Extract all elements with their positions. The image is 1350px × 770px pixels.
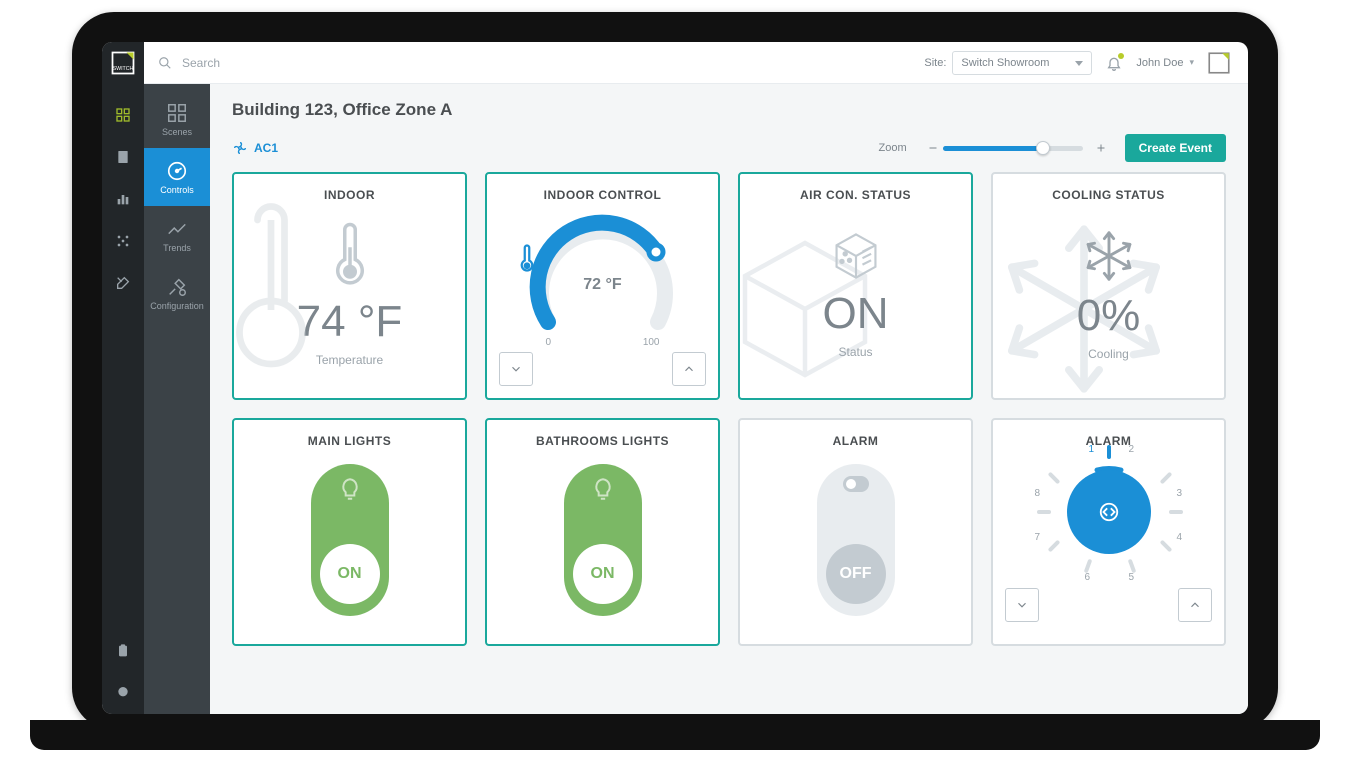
dial-pos: 1 (1089, 444, 1095, 455)
tab-controls[interactable]: Controls (144, 148, 210, 206)
main-content: Building 123, Office Zone A AC1 Zoom Cre… (210, 84, 1248, 714)
dial-pos: 7 (1035, 532, 1041, 543)
create-event-button[interactable]: Create Event (1125, 134, 1226, 162)
toggle-state: ON (338, 565, 362, 583)
dial-pos: 6 (1085, 572, 1091, 583)
tab-label: Trends (163, 243, 191, 253)
tab-scenes[interactable]: Scenes (144, 90, 210, 148)
snowflake-icon (1080, 227, 1138, 285)
card-cooling: COOLING STATUS 0% Cooling (991, 172, 1226, 400)
main-lights-toggle[interactable]: ON (311, 464, 389, 616)
dial-pos: 8 (1035, 488, 1041, 499)
cube-icon (826, 229, 886, 283)
dial-pos: 4 (1177, 532, 1183, 543)
thermometer-mini-icon (518, 244, 688, 274)
tab-trends[interactable]: Trends (144, 206, 210, 264)
device-chip[interactable]: AC1 (232, 140, 278, 156)
toggle-state: OFF (840, 565, 872, 583)
dial-pos: 3 (1177, 488, 1183, 499)
card-title: AIR CON. STATUS (800, 188, 911, 202)
zoom-slider[interactable] (943, 146, 1083, 151)
toggle-state: ON (591, 565, 615, 583)
search-icon (158, 56, 172, 70)
fan-icon (232, 140, 248, 156)
nav-analytics[interactable] (102, 178, 144, 220)
temperature-gauge[interactable]: 72 °F 0 100 (518, 202, 688, 352)
card-title: ALARM (833, 434, 879, 448)
search-input[interactable] (180, 55, 340, 71)
dial-pos: 2 (1129, 444, 1135, 455)
nav-network[interactable] (102, 220, 144, 262)
tab-label: Controls (160, 185, 194, 195)
brand-logo: SWITCH (102, 42, 144, 84)
card-alarm-toggle: ALARM OFF (738, 418, 973, 646)
site-select[interactable]: Switch Showroom (952, 51, 1092, 75)
card-title: INDOOR (324, 188, 375, 202)
card-bathroom-lights: BATHROOMS LIGHTS ON (485, 418, 720, 646)
card-title: MAIN LIGHTS (308, 434, 392, 448)
lightbulb-icon (337, 476, 363, 502)
switch-icon (843, 476, 869, 492)
card-ac-status: AIR CON. STATUS ON Status (738, 172, 973, 400)
gauge-value: 72 °F (518, 276, 688, 294)
cooling-sub: Cooling (1088, 347, 1129, 361)
dial-knob-icon (1067, 470, 1151, 554)
dial-pos: 5 (1129, 572, 1135, 583)
card-indoor-control: INDOOR CONTROL 72 °F (485, 172, 720, 400)
zoom-in-button[interactable] (1091, 138, 1111, 158)
dial-increase-button[interactable] (1178, 588, 1212, 622)
nav-documents[interactable] (102, 136, 144, 178)
thermometer-ghost-icon (216, 202, 326, 382)
alarm-toggle[interactable]: OFF (817, 464, 895, 616)
topbar: SWITCH Site: Switch Showroom John Doe▾ (102, 42, 1248, 84)
site-label: Site: (924, 57, 946, 69)
bathroom-lights-toggle[interactable]: ON (564, 464, 642, 616)
zoom-out-button[interactable] (923, 138, 943, 158)
nav-clipboard[interactable] (102, 630, 144, 672)
notifications-icon[interactable] (1106, 55, 1122, 71)
cooling-value: 0% (1077, 291, 1141, 341)
tab-configuration[interactable]: Configuration (144, 264, 210, 322)
lightbulb-icon (590, 476, 616, 502)
ac-sub: Status (838, 345, 872, 359)
alarm-dial[interactable]: 1 2 3 4 5 6 7 8 (1029, 448, 1189, 588)
card-title: INDOOR CONTROL (544, 188, 662, 202)
primary-nav (102, 84, 144, 714)
tab-label: Configuration (150, 301, 204, 311)
gauge-max: 100 (643, 337, 660, 348)
card-main-lights: MAIN LIGHTS ON (232, 418, 467, 646)
decrease-button[interactable] (499, 352, 533, 386)
corner-logo (1204, 48, 1234, 78)
card-indoor: INDOOR 74 °F Temperature (232, 172, 467, 400)
card-title: COOLING STATUS (1052, 188, 1165, 202)
increase-button[interactable] (672, 352, 706, 386)
secondary-nav: Scenes Controls Trends Configuration (144, 84, 210, 714)
dial-decrease-button[interactable] (1005, 588, 1039, 622)
user-menu[interactable]: John Doe▾ (1136, 57, 1194, 69)
nav-chat[interactable] (102, 672, 144, 714)
nav-tools[interactable] (102, 262, 144, 304)
nav-dashboard[interactable] (102, 94, 144, 136)
card-title: BATHROOMS LIGHTS (536, 434, 669, 448)
card-alarm-dial: ALARM 1 2 3 4 5 (991, 418, 1226, 646)
gauge-min: 0 (546, 337, 552, 348)
ac-value: ON (823, 289, 889, 339)
tab-label: Scenes (162, 127, 192, 137)
thermometer-icon (330, 221, 370, 291)
page-title: Building 123, Office Zone A (232, 100, 1226, 120)
zoom-label: Zoom (879, 142, 907, 154)
svg-text:SWITCH: SWITCH (113, 66, 134, 72)
